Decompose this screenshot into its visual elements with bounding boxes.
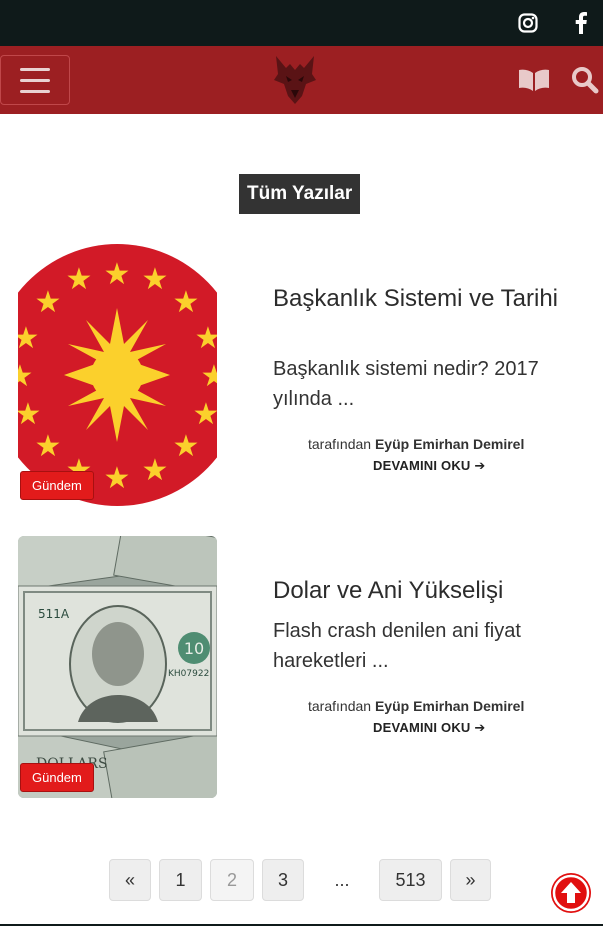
site-logo[interactable] bbox=[272, 54, 318, 106]
post-thumbnail[interactable]: ★ ★ ★ ★ ★ ★ ★ ★ ★ ★ ★ ★ ★ ★ ★ ★ Gündem bbox=[18, 244, 217, 506]
svg-text:★: ★ bbox=[66, 262, 93, 297]
author-prefix: tarafından bbox=[308, 698, 372, 714]
svg-text:★: ★ bbox=[35, 285, 62, 320]
pagination-page-1[interactable]: 1 bbox=[159, 859, 202, 901]
svg-text:★: ★ bbox=[18, 359, 33, 394]
svg-text:★: ★ bbox=[193, 397, 217, 432]
section-title: Tüm Yazılar bbox=[239, 174, 361, 214]
post-author-line: tarafından Eyüp Emirhan Demirel bbox=[308, 698, 524, 714]
svg-text:★: ★ bbox=[18, 321, 39, 356]
post-author-line: tarafından Eyüp Emirhan Demirel bbox=[308, 436, 524, 452]
pagination-prev[interactable]: « bbox=[109, 859, 151, 901]
menu-icon-bar bbox=[20, 89, 50, 93]
category-badge[interactable]: Gündem bbox=[20, 763, 94, 792]
svg-text:KH07922: KH07922 bbox=[168, 669, 209, 679]
svg-text:★: ★ bbox=[173, 285, 200, 320]
post-title[interactable]: Başkanlık Sistemi ve Tarihi bbox=[273, 284, 573, 314]
svg-text:★: ★ bbox=[104, 257, 131, 292]
svg-text:★: ★ bbox=[104, 461, 131, 496]
author-name[interactable]: Eyüp Emirhan Demirel bbox=[375, 436, 524, 452]
svg-text:511A: 511A bbox=[38, 607, 70, 621]
search-icon[interactable] bbox=[569, 66, 601, 94]
top-bar bbox=[0, 0, 603, 46]
post-card: 10 511A KH07922 DOLLARS Gündem Dolar ve … bbox=[18, 536, 588, 798]
svg-text:★: ★ bbox=[173, 429, 200, 464]
read-more-link[interactable]: DEVAMINI OKU ➔ bbox=[373, 720, 485, 736]
author-prefix: tarafından bbox=[308, 436, 372, 452]
svg-text:★: ★ bbox=[35, 429, 62, 464]
facebook-icon[interactable] bbox=[569, 11, 593, 35]
post-title[interactable]: Dolar ve Ani Yükselişi bbox=[273, 576, 573, 606]
svg-text:★: ★ bbox=[142, 453, 169, 488]
read-more-label: DEVAMINI OKU bbox=[373, 720, 471, 735]
book-icon[interactable] bbox=[518, 66, 550, 94]
menu-icon-bar bbox=[20, 67, 50, 71]
post-thumbnail[interactable]: 10 511A KH07922 DOLLARS Gündem bbox=[18, 536, 217, 798]
svg-text:10: 10 bbox=[184, 639, 204, 658]
pagination-page-3[interactable]: 3 bbox=[262, 859, 304, 901]
post-excerpt: Flash crash denilen ani fiyat hareketler… bbox=[273, 620, 521, 672]
post-card: ★ ★ ★ ★ ★ ★ ★ ★ ★ ★ ★ ★ ★ ★ ★ ★ Gündem B… bbox=[18, 244, 588, 506]
post-excerpt: Başkanlık sistemi nedir? 2017 yılında ..… bbox=[273, 358, 539, 410]
instagram-icon[interactable] bbox=[516, 11, 540, 35]
read-more-label: DEVAMINI OKU bbox=[373, 458, 471, 473]
svg-text:★: ★ bbox=[201, 359, 217, 394]
pagination: « 1 2 3 ... 513 » bbox=[0, 859, 603, 901]
svg-text:★: ★ bbox=[195, 321, 217, 356]
read-more-link[interactable]: DEVAMINI OKU ➔ bbox=[373, 458, 485, 474]
pagination-ellipsis: ... bbox=[334, 869, 350, 890]
svg-text:★: ★ bbox=[142, 262, 169, 297]
svg-text:★: ★ bbox=[18, 397, 41, 432]
author-name[interactable]: Eyüp Emirhan Demirel bbox=[375, 698, 524, 714]
arrow-right-icon: ➔ bbox=[474, 720, 486, 735]
menu-icon-bar bbox=[20, 78, 50, 82]
pagination-page-last[interactable]: 513 bbox=[379, 859, 442, 901]
pagination-page-current: 2 bbox=[210, 859, 254, 901]
pagination-next[interactable]: » bbox=[450, 859, 491, 901]
arrow-up-icon bbox=[552, 874, 590, 912]
main-navbar bbox=[0, 46, 603, 114]
menu-toggle-button[interactable] bbox=[0, 55, 70, 105]
arrow-right-icon: ➔ bbox=[474, 458, 486, 473]
category-badge[interactable]: Gündem bbox=[20, 471, 94, 500]
scroll-to-top-button[interactable] bbox=[551, 873, 591, 913]
